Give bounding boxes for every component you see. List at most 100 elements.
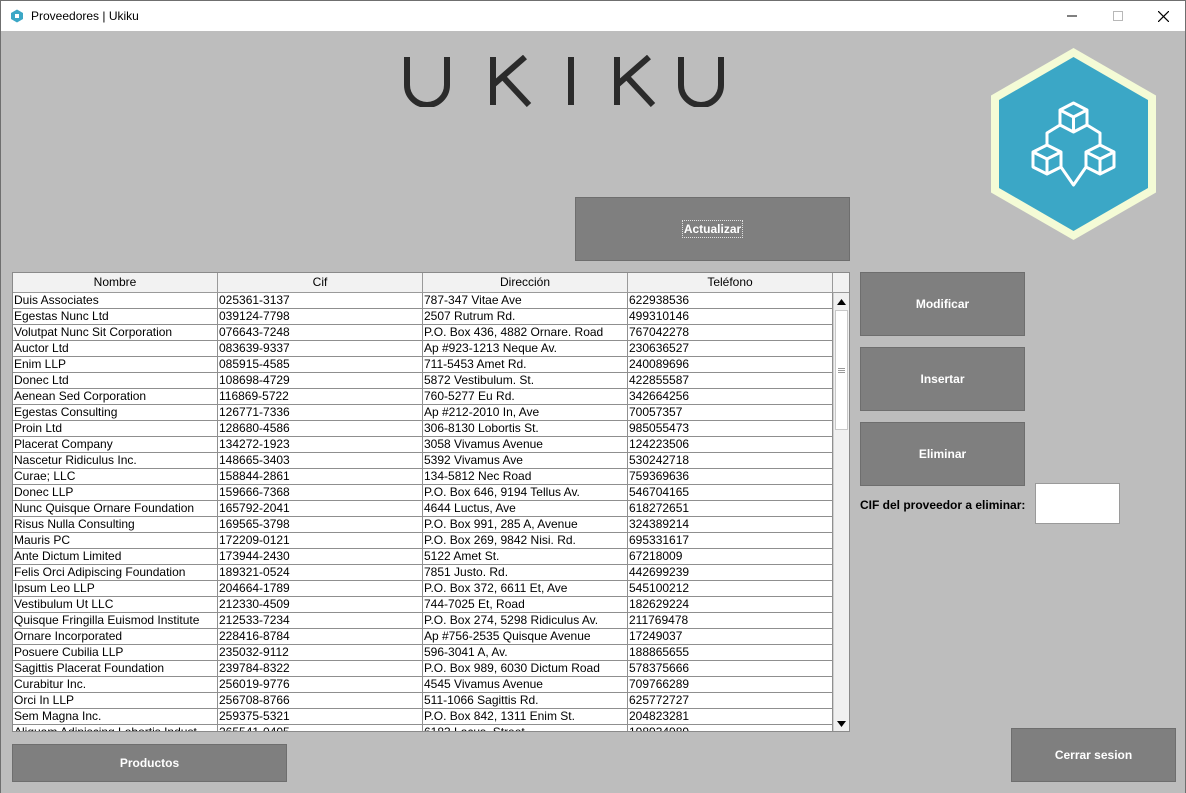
cell-direccion[interactable]: P.O. Box 989, 6030 Dictum Road [423,661,628,676]
cell-nombre[interactable]: Donec Ltd [13,373,218,388]
table-row[interactable]: Ante Dictum Limited 173944-2430 5122 Amet … [13,549,833,565]
cell-cif[interactable]: 239784-8322 [218,661,423,676]
table-row[interactable]: Duis Associates 025361-3137 787-347 Vitae … [13,293,833,309]
cell-nombre[interactable]: Curabitur Inc. [13,677,218,692]
cell-nombre[interactable]: Orci In LLP [13,693,218,708]
insertar-button[interactable]: Insertar [860,347,1025,411]
column-header-telefono[interactable]: Teléfono [628,273,833,292]
table-row[interactable]: Egestas Nunc Ltd 039124-7798 2507 Rutrum R… [13,309,833,325]
cell-cif[interactable]: 173944-2430 [218,549,423,564]
cell-direccion[interactable]: 760-5277 Eu Rd. [423,389,628,404]
cell-cif[interactable]: 265541-0405 [218,725,423,731]
cell-nombre[interactable]: Volutpat Nunc Sit Corporation [13,325,218,340]
column-header-cif[interactable]: Cif [218,273,423,292]
cell-telefono[interactable]: 578375666 [628,661,833,676]
table-row[interactable]: Aenean Sed Corporation 116869-5722 760-527… [13,389,833,405]
cell-direccion[interactable]: 4644 Luctus, Ave [423,501,628,516]
actualizar-button[interactable]: Actualizar [575,197,850,261]
cell-nombre[interactable]: Mauris PC [13,533,218,548]
cell-cif[interactable]: 172209-0121 [218,533,423,548]
cell-telefono[interactable]: 545100212 [628,581,833,596]
cell-cif[interactable]: 256019-9776 [218,677,423,692]
table-row[interactable]: Volutpat Nunc Sit Corporation 076643-7248… [13,325,833,341]
cell-telefono[interactable]: 767042278 [628,325,833,340]
cell-direccion[interactable]: 134-5812 Nec Road [423,469,628,484]
cell-cif[interactable]: 259375-5321 [218,709,423,724]
cell-telefono[interactable]: 499310146 [628,309,833,324]
cell-direccion[interactable]: P.O. Box 436, 4882 Ornare. Road [423,325,628,340]
cell-nombre[interactable]: Sagittis Placerat Foundation [13,661,218,676]
cell-telefono[interactable]: 182629224 [628,597,833,612]
cell-direccion[interactable]: 2507 Rutrum Rd. [423,309,628,324]
cell-direccion[interactable]: P.O. Box 274, 5298 Ridiculus Av. [423,613,628,628]
table-row[interactable]: Vestibulum Ut LLC 212330-4509 744-7025 Et,… [13,597,833,613]
cell-cif[interactable]: 083639-9337 [218,341,423,356]
cell-direccion[interactable]: 596-3041 A, Av. [423,645,628,660]
cell-direccion[interactable]: 5392 Vivamus Ave [423,453,628,468]
cell-telefono[interactable]: 124223506 [628,437,833,452]
vertical-scrollbar[interactable] [833,293,849,731]
table-row[interactable]: Posuere Cubilia LLP 235032-9112 596-3041 A… [13,645,833,661]
table-row[interactable]: Mauris PC 172209-0121 P.O. Box 269, 9842 N… [13,533,833,549]
cell-nombre[interactable]: Placerat Company [13,437,218,452]
cell-direccion[interactable]: Ap #923-1213 Neque Av. [423,341,628,356]
table-row[interactable]: Donec LLP 159666-7368 P.O. Box 646, 9194 T… [13,485,833,501]
cell-direccion[interactable]: 7851 Justo. Rd. [423,565,628,580]
cerrar-sesion-button[interactable]: Cerrar sesion [1011,728,1176,782]
cell-direccion[interactable]: 5872 Vestibulum. St. [423,373,628,388]
cell-telefono[interactable]: 70057357 [628,405,833,420]
cell-direccion[interactable]: P.O. Box 269, 9842 Nisi. Rd. [423,533,628,548]
cell-telefono[interactable]: 17249037 [628,629,833,644]
cell-nombre[interactable]: Nascetur Ridiculus Inc. [13,453,218,468]
table-row[interactable]: Enim LLP 085915-4585 711-5453 Amet Rd. 2400… [13,357,833,373]
cell-cif[interactable]: 165792-2041 [218,501,423,516]
cell-direccion[interactable]: Ap #212-2010 In, Ave [423,405,628,420]
table-row[interactable]: Risus Nulla Consulting 169565-3798 P.O. Bo… [13,517,833,533]
modificar-button[interactable]: Modificar [860,272,1025,336]
table-row[interactable]: Sagittis Placerat Foundation 239784-8322 P… [13,661,833,677]
cell-direccion[interactable]: P.O. Box 372, 6611 Et, Ave [423,581,628,596]
cell-telefono[interactable]: 211769478 [628,613,833,628]
cell-cif[interactable]: 128680-4586 [218,421,423,436]
cell-telefono[interactable]: 188865655 [628,645,833,660]
cell-cif[interactable]: 159666-7368 [218,485,423,500]
productos-button[interactable]: Productos [12,744,287,782]
cell-direccion[interactable]: 711-5453 Amet Rd. [423,357,628,372]
scroll-thumb[interactable] [835,310,848,430]
cell-cif[interactable]: 212330-4509 [218,597,423,612]
cell-telefono[interactable]: 622938536 [628,293,833,308]
scroll-up-button[interactable] [834,293,849,310]
cell-telefono[interactable]: 198934989 [628,725,833,731]
table-row[interactable]: Aliquam Adipiscing Lobortis Indust 265541… [13,725,833,731]
table-row[interactable]: Ornare Incorporated 228416-8784 Ap #756-25… [13,629,833,645]
cell-telefono[interactable]: 230636527 [628,341,833,356]
providers-table[interactable]: Nombre Cif Dirección Teléfono Duis Assoc… [12,272,850,732]
table-row[interactable]: Orci In LLP 256708-8766 511-1066 Sagittis … [13,693,833,709]
table-row[interactable]: Proin Ltd 128680-4586 306-8130 Lobortis St… [13,421,833,437]
cell-nombre[interactable]: Ante Dictum Limited [13,549,218,564]
eliminar-button[interactable]: Eliminar [860,422,1025,486]
cell-cif[interactable]: 148665-3403 [218,453,423,468]
cell-direccion[interactable]: 5122 Amet St. [423,549,628,564]
cell-nombre[interactable]: Curae; LLC [13,469,218,484]
cell-telefono[interactable]: 342664256 [628,389,833,404]
cell-nombre[interactable]: Quisque Fringilla Euismod Institute [13,613,218,628]
table-row[interactable]: Placerat Company 134272-1923 3058 Vivamus … [13,437,833,453]
cell-telefono[interactable]: 695331617 [628,533,833,548]
cell-direccion[interactable]: 3058 Vivamus Avenue [423,437,628,452]
cell-cif[interactable]: 189321-0524 [218,565,423,580]
table-row[interactable]: Sem Magna Inc. 259375-5321 P.O. Box 842, 1… [13,709,833,725]
cell-nombre[interactable]: Aliquam Adipiscing Lobortis Indust [13,725,218,731]
cell-cif[interactable]: 025361-3137 [218,293,423,308]
cell-cif[interactable]: 116869-5722 [218,389,423,404]
cell-telefono[interactable]: 204823281 [628,709,833,724]
cell-telefono[interactable]: 422855587 [628,373,833,388]
cell-telefono[interactable]: 67218009 [628,549,833,564]
maximize-button[interactable] [1095,1,1141,31]
table-row[interactable]: Nunc Quisque Ornare Foundation 165792-204… [13,501,833,517]
cell-direccion[interactable]: 511-1066 Sagittis Rd. [423,693,628,708]
cell-direccion[interactable]: 787-347 Vitae Ave [423,293,628,308]
cell-telefono[interactable]: 709766289 [628,677,833,692]
cell-direccion[interactable]: 4545 Vivamus Avenue [423,677,628,692]
cell-cif[interactable]: 108698-4729 [218,373,423,388]
